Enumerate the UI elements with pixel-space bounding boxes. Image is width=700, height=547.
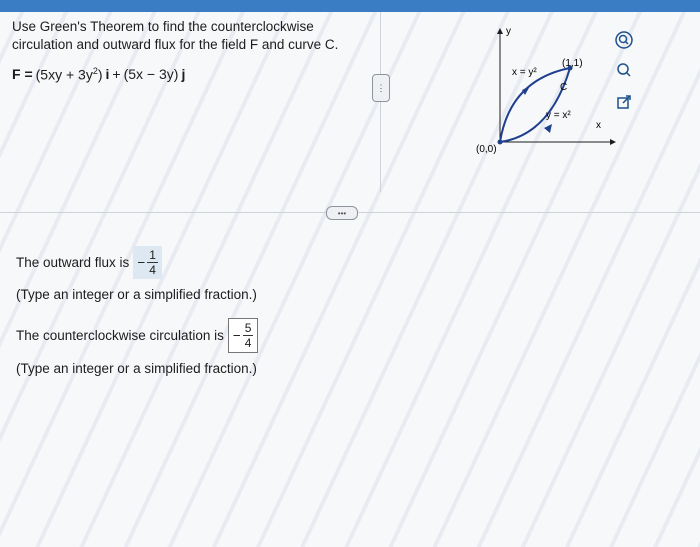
circulation-label: The counterclockwise circulation is [16, 328, 224, 343]
zoom-in-icon [615, 31, 633, 49]
curve-x-eq-y2 [499, 67, 571, 143]
curve-top-label: x = y² [512, 67, 537, 78]
zoom-in-button[interactable] [612, 28, 636, 52]
formula-lhs: F = [12, 66, 33, 83]
top-bar [0, 0, 700, 12]
question-line-2: circulation and outward flux for the fie… [12, 37, 339, 52]
splitter-handle-vertical[interactable]: ⋮ [372, 74, 390, 102]
zoom-out-icon [617, 63, 631, 77]
circulation-answer-line: The counterclockwise circulation is − 5 … [16, 318, 259, 353]
popout-button[interactable] [612, 90, 636, 114]
circulation-numerator: 5 [242, 321, 254, 336]
circulation-denominator: 4 [244, 336, 252, 350]
x-label: x [596, 120, 601, 131]
formula-i: i [105, 66, 110, 83]
curve-direction-arrow-bottom [544, 124, 552, 133]
flux-numerator: 1 [147, 248, 158, 263]
zoom-out-button[interactable] [612, 58, 636, 82]
field-formula: F = (5xy + 3y2) i + (5x − 3y) j [12, 66, 185, 83]
flux-fraction: 1 4 [147, 248, 158, 277]
curve-name-label: C [560, 82, 567, 93]
curve-direction-arrow-top [522, 86, 530, 95]
circulation-sign: − [232, 328, 241, 343]
question-line-1: Use Green's Theorem to find the counterc… [12, 19, 314, 34]
formula-j: j [181, 66, 186, 83]
vertical-splitter[interactable] [380, 12, 381, 192]
popout-icon [617, 95, 631, 109]
point-origin [497, 139, 503, 145]
x-axis-arrow [610, 139, 616, 145]
flux-hint: (Type an integer or a simplified fractio… [16, 287, 257, 302]
flux-label: The outward flux is [16, 255, 130, 270]
formula-j-component: (5x − 3y) [123, 66, 179, 83]
curve-bottom-label: y = x² [546, 110, 571, 121]
y-axis-arrow [497, 28, 503, 34]
curve-y-eq-x2 [499, 67, 571, 143]
circulation-answer-box[interactable]: − 5 4 [227, 318, 259, 353]
y-label: y [506, 26, 511, 37]
question-text: Use Green's Theorem to find the counterc… [12, 18, 372, 54]
formula-i-component: (5xy + 3y2) [35, 66, 103, 83]
circulation-hint: (Type an integer or a simplified fractio… [16, 361, 257, 376]
origin-label: (0,0) [476, 144, 497, 155]
flux-answer-line: The outward flux is − 1 4 [16, 246, 162, 279]
flux-answer-box[interactable]: − 1 4 [133, 246, 162, 279]
flux-denominator: 4 [149, 263, 156, 277]
flux-sign: − [137, 255, 146, 270]
splitter-handle-horizontal[interactable]: ••• [326, 206, 358, 220]
circulation-fraction: 5 4 [242, 321, 254, 350]
point-label: (1,1) [562, 58, 583, 69]
region-graph: y x x = y² y = x² C (1,1) (0,0) [476, 26, 616, 155]
formula-plus: + [112, 66, 121, 83]
